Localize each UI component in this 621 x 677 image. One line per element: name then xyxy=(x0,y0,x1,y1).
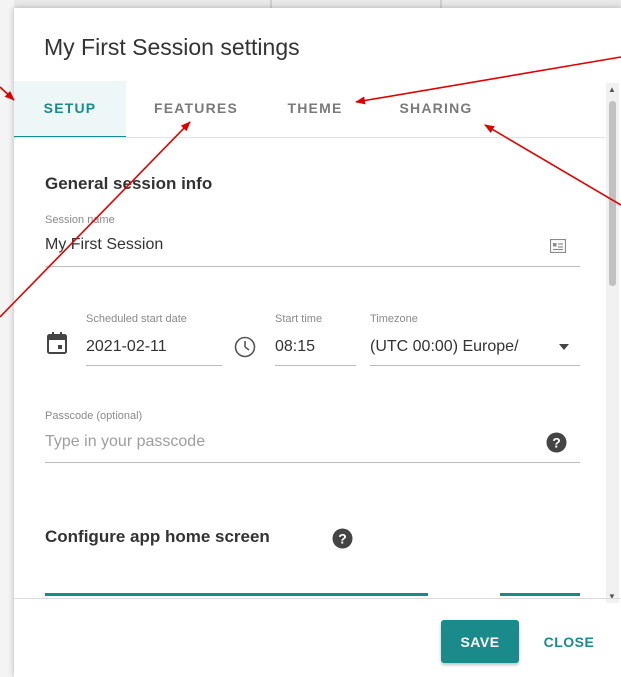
footer-divider xyxy=(14,598,621,599)
session-name-input[interactable]: My First Session xyxy=(45,236,163,254)
timezone-label: Timezone xyxy=(370,313,418,325)
save-button[interactable]: SAVE xyxy=(441,620,519,663)
passcode-input[interactable]: Type in your passcode xyxy=(45,433,205,451)
session-settings-dialog: My First Session settings SETUP FEATURES… xyxy=(14,8,621,677)
tab-divider xyxy=(14,137,614,138)
start-time-label: Start time xyxy=(275,313,323,325)
session-name-label: Session name xyxy=(45,214,115,226)
scrollbar-thumb[interactable] xyxy=(609,101,616,286)
start-time-underline xyxy=(275,365,356,366)
close-button[interactable]: CLOSE xyxy=(531,620,607,663)
timezone-underline xyxy=(370,365,580,366)
home-screen-field-underline xyxy=(45,593,428,596)
dropdown-arrow-icon[interactable] xyxy=(559,344,569,350)
help-icon[interactable]: ? xyxy=(546,432,567,453)
tab-features[interactable]: FEATURES xyxy=(132,81,260,136)
start-date-label: Scheduled start date xyxy=(86,313,187,325)
content-scrollbar[interactable]: ▲ ▼ xyxy=(606,83,619,603)
background-divider xyxy=(270,0,272,8)
svg-text:?: ? xyxy=(338,531,347,547)
passcode-underline xyxy=(45,462,580,463)
tab-sharing[interactable]: SHARING xyxy=(376,81,496,136)
start-date-underline xyxy=(86,365,222,366)
help-icon[interactable]: ? xyxy=(332,528,353,549)
timezone-select[interactable]: (UTC 00:00) Europe/ xyxy=(370,338,550,356)
scroll-down-icon[interactable]: ▼ xyxy=(608,592,616,601)
calendar-icon xyxy=(47,332,67,354)
clock-icon xyxy=(234,336,256,358)
general-info-heading: General session info xyxy=(45,174,213,193)
tab-theme[interactable]: THEME xyxy=(266,81,364,136)
start-date-input[interactable]: 2021-02-11 xyxy=(86,338,167,356)
passcode-label: Passcode (optional) xyxy=(45,410,143,422)
home-screen-field-underline xyxy=(500,593,580,596)
background-divider xyxy=(440,0,442,8)
session-name-underline xyxy=(45,266,580,267)
background-window-top xyxy=(0,0,621,8)
tab-setup[interactable]: SETUP xyxy=(14,81,126,138)
start-time-input[interactable]: 08:15 xyxy=(275,338,315,356)
svg-text:?: ? xyxy=(552,435,561,451)
dialog-title: My First Session settings xyxy=(44,34,300,60)
background-window-left xyxy=(0,0,14,677)
scroll-up-icon[interactable]: ▲ xyxy=(608,85,616,94)
tab-bar: SETUP FEATURES THEME SHARING xyxy=(14,81,614,138)
id-card-icon xyxy=(550,239,566,253)
home-screen-heading: Configure app home screen xyxy=(45,527,270,546)
